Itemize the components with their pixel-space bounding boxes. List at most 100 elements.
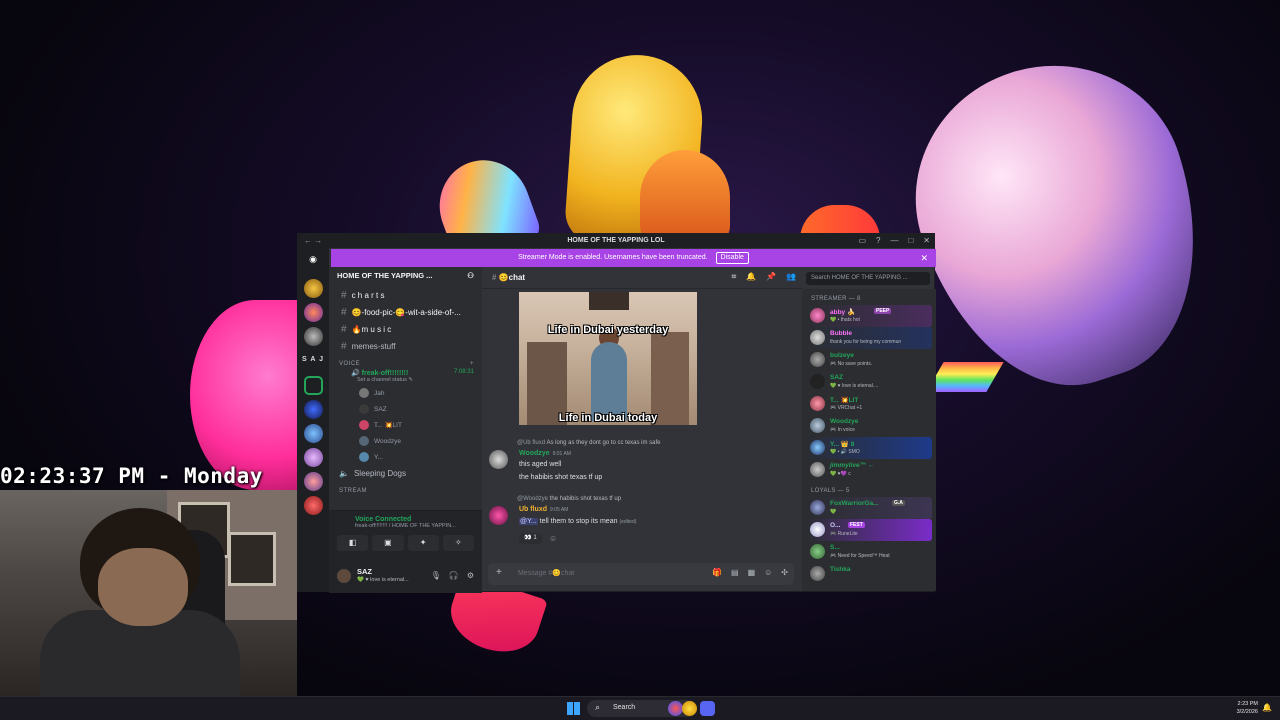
category-stream[interactable]: STREAM: [329, 482, 482, 496]
message-text: this aged well: [519, 461, 562, 468]
taskbar-app-icon[interactable]: [668, 701, 683, 716]
channel-memes-stuff[interactable]: # memes-stuff: [329, 338, 482, 355]
member-item[interactable]: abby 🍌 PEEP 💚 • thats hot: [806, 305, 932, 327]
server-icon[interactable]: [304, 472, 323, 491]
channel-charts[interactable]: # c h a r t s: [329, 287, 482, 304]
avatar[interactable]: [489, 506, 508, 525]
server-icon[interactable]: [304, 400, 323, 419]
screen-share-button[interactable]: ▣: [372, 535, 404, 551]
server-icon[interactable]: [304, 448, 323, 467]
help-icon[interactable]: ?: [876, 236, 880, 245]
message-author[interactable]: Ub fluxd 9:05 AM: [519, 506, 568, 513]
user-status: 💚 ♥ love is eternal...: [357, 577, 409, 583]
discord-home-icon[interactable]: ◉: [306, 254, 320, 266]
voice-channel-status[interactable]: Set a channel status ✎: [329, 377, 482, 385]
avatar: [810, 440, 825, 455]
reaction-pill[interactable]: 👀 1: [519, 533, 542, 544]
soundboard-button[interactable]: ✧: [442, 535, 474, 551]
server-icon[interactable]: [304, 496, 323, 515]
minimize-icon[interactable]: —: [890, 236, 898, 245]
search-icon: ⌕: [595, 702, 601, 712]
voice-connected-status[interactable]: Voice Connected: [329, 511, 482, 523]
username[interactable]: SAZ: [357, 567, 372, 576]
message-composer[interactable]: + Message #😊chat 🎁 ▤ ▦ ☺ ✣: [488, 563, 794, 585]
message-author[interactable]: Woodzye 9:01 AM: [519, 450, 571, 457]
voice-timer: 7:08:31: [453, 369, 474, 375]
voice-channel-freak-off[interactable]: 🔊 freak-off!!!!!!!! 7:08:31: [329, 369, 482, 377]
avatar: [810, 522, 825, 537]
notification-bell-icon[interactable]: 🔔: [746, 272, 756, 282]
server-icon[interactable]: [304, 279, 323, 298]
activities-button[interactable]: ✦: [407, 535, 439, 551]
apps-icon[interactable]: ✣: [781, 568, 788, 577]
gif-icon[interactable]: ▤: [731, 568, 739, 577]
inbox-icon[interactable]: ▭: [858, 236, 866, 245]
add-channel-icon[interactable]: +: [470, 361, 474, 367]
voice-user[interactable]: T... 💥LIT: [329, 417, 482, 433]
server-icon[interactable]: [304, 424, 323, 443]
gift-icon[interactable]: 🎁: [712, 568, 722, 577]
member-item[interactable]: FoxWarriorGa... G.A 💚: [806, 497, 932, 519]
avatar: [810, 330, 825, 345]
member-item[interactable]: Y... 👑 8 💚 • 🔊 SMO: [806, 437, 932, 459]
settings-gear-icon[interactable]: ⚙: [467, 571, 474, 580]
attach-plus-icon[interactable]: +: [496, 567, 502, 578]
voice-channel-sleeping-dogs[interactable]: 🔈 Sleeping Dogs: [329, 465, 482, 482]
speaker-icon: 🔈: [339, 469, 349, 478]
avatar: [810, 462, 825, 477]
emoji-icon[interactable]: ☺: [764, 568, 772, 577]
search-input[interactable]: Search HOME OF THE YAPPING ...: [806, 272, 930, 285]
voice-user[interactable]: Jah: [329, 385, 482, 401]
title-bar: ← → HOME OF THE YAPPING LOL ▭ ? — □ ✕: [298, 234, 934, 248]
member-item[interactable]: jimmylive™ ← 💚 ♥💜 c: [806, 459, 932, 481]
user-mention[interactable]: @Y...: [519, 518, 538, 525]
member-item[interactable]: Bubble thank you for being my commun: [806, 327, 932, 349]
system-clock[interactable]: 2:23 PM 3/2/2026: [1237, 700, 1258, 716]
member-item[interactable]: Tishka: [806, 563, 932, 585]
server-rail: ◉ S A J: [298, 248, 329, 591]
pin-icon[interactable]: 📌: [766, 272, 776, 282]
windows-start-icon[interactable]: [567, 702, 580, 715]
member-item[interactable]: bulzeye 🎮 No save points.: [806, 349, 932, 371]
maximize-icon[interactable]: □: [908, 236, 913, 245]
disable-streamer-mode-button[interactable]: Disable: [715, 252, 749, 264]
sticker-icon[interactable]: ▦: [748, 568, 756, 577]
threads-icon[interactable]: ⌗: [732, 272, 737, 282]
camera-button[interactable]: ◧: [337, 535, 369, 551]
reply-preview[interactable]: @Woodzye the habibis shot texas tf up: [517, 496, 621, 502]
banner-close-icon[interactable]: ✕: [920, 249, 928, 267]
message-text: @Y... tell them to stop its mean (edited…: [519, 518, 637, 525]
voice-user[interactable]: Y...: [329, 449, 482, 465]
discord-taskbar-icon[interactable]: [700, 701, 715, 716]
microphone-icon[interactable]: 🎙: [431, 571, 441, 580]
avatar: [359, 420, 369, 430]
member-list-icon[interactable]: 👥: [786, 272, 796, 282]
add-reaction-icon[interactable]: ☺: [549, 534, 557, 543]
member-item[interactable]: SAZ 💚 ♥ love is eternal....: [806, 371, 932, 393]
member-item[interactable]: S... 🎮 Need for Speed™ Heat: [806, 541, 932, 563]
avatar[interactable]: [489, 450, 508, 469]
voice-user[interactable]: Woodzye: [329, 433, 482, 449]
channel-food-pic[interactable]: # 😊-food-pic-😋-wit-a-side-of-...: [329, 304, 482, 321]
message-input[interactable]: Message #😊chat: [518, 569, 574, 577]
voice-user[interactable]: SAZ: [329, 401, 482, 417]
channel-music[interactable]: # 🔥m u s i c: [329, 321, 482, 338]
gif-attachment[interactable]: Life in Dubai yesterday Life in Dubai to…: [519, 292, 697, 425]
server-icon[interactable]: [304, 327, 323, 346]
member-item[interactable]: O... FEST 🎮 RuneLite: [806, 519, 932, 541]
add-member-icon[interactable]: ⚇: [467, 271, 474, 283]
member-item[interactable]: Woodzye 🎮 In voice: [806, 415, 932, 437]
avatar[interactable]: [337, 569, 351, 583]
server-icon[interactable]: [304, 376, 323, 395]
hash-icon: #: [341, 307, 347, 318]
taskbar-app-icon[interactable]: [682, 701, 697, 716]
headphones-icon[interactable]: 🎧: [449, 571, 459, 580]
notification-icon[interactable]: 🔔: [1262, 703, 1272, 712]
category-voice[interactable]: VOICE +: [329, 355, 482, 369]
member-item[interactable]: T... 💥LIT 🎮 VRChat +1: [806, 393, 932, 415]
server-name: HOME OF THE YAPPING ...: [337, 271, 433, 280]
reply-preview[interactable]: @Ub fluxd As long as they dont go to cc …: [517, 440, 661, 446]
server-header[interactable]: HOME OF THE YAPPING ... ⚇: [329, 267, 482, 287]
close-icon[interactable]: ✕: [923, 236, 930, 245]
server-icon[interactable]: [304, 303, 323, 322]
